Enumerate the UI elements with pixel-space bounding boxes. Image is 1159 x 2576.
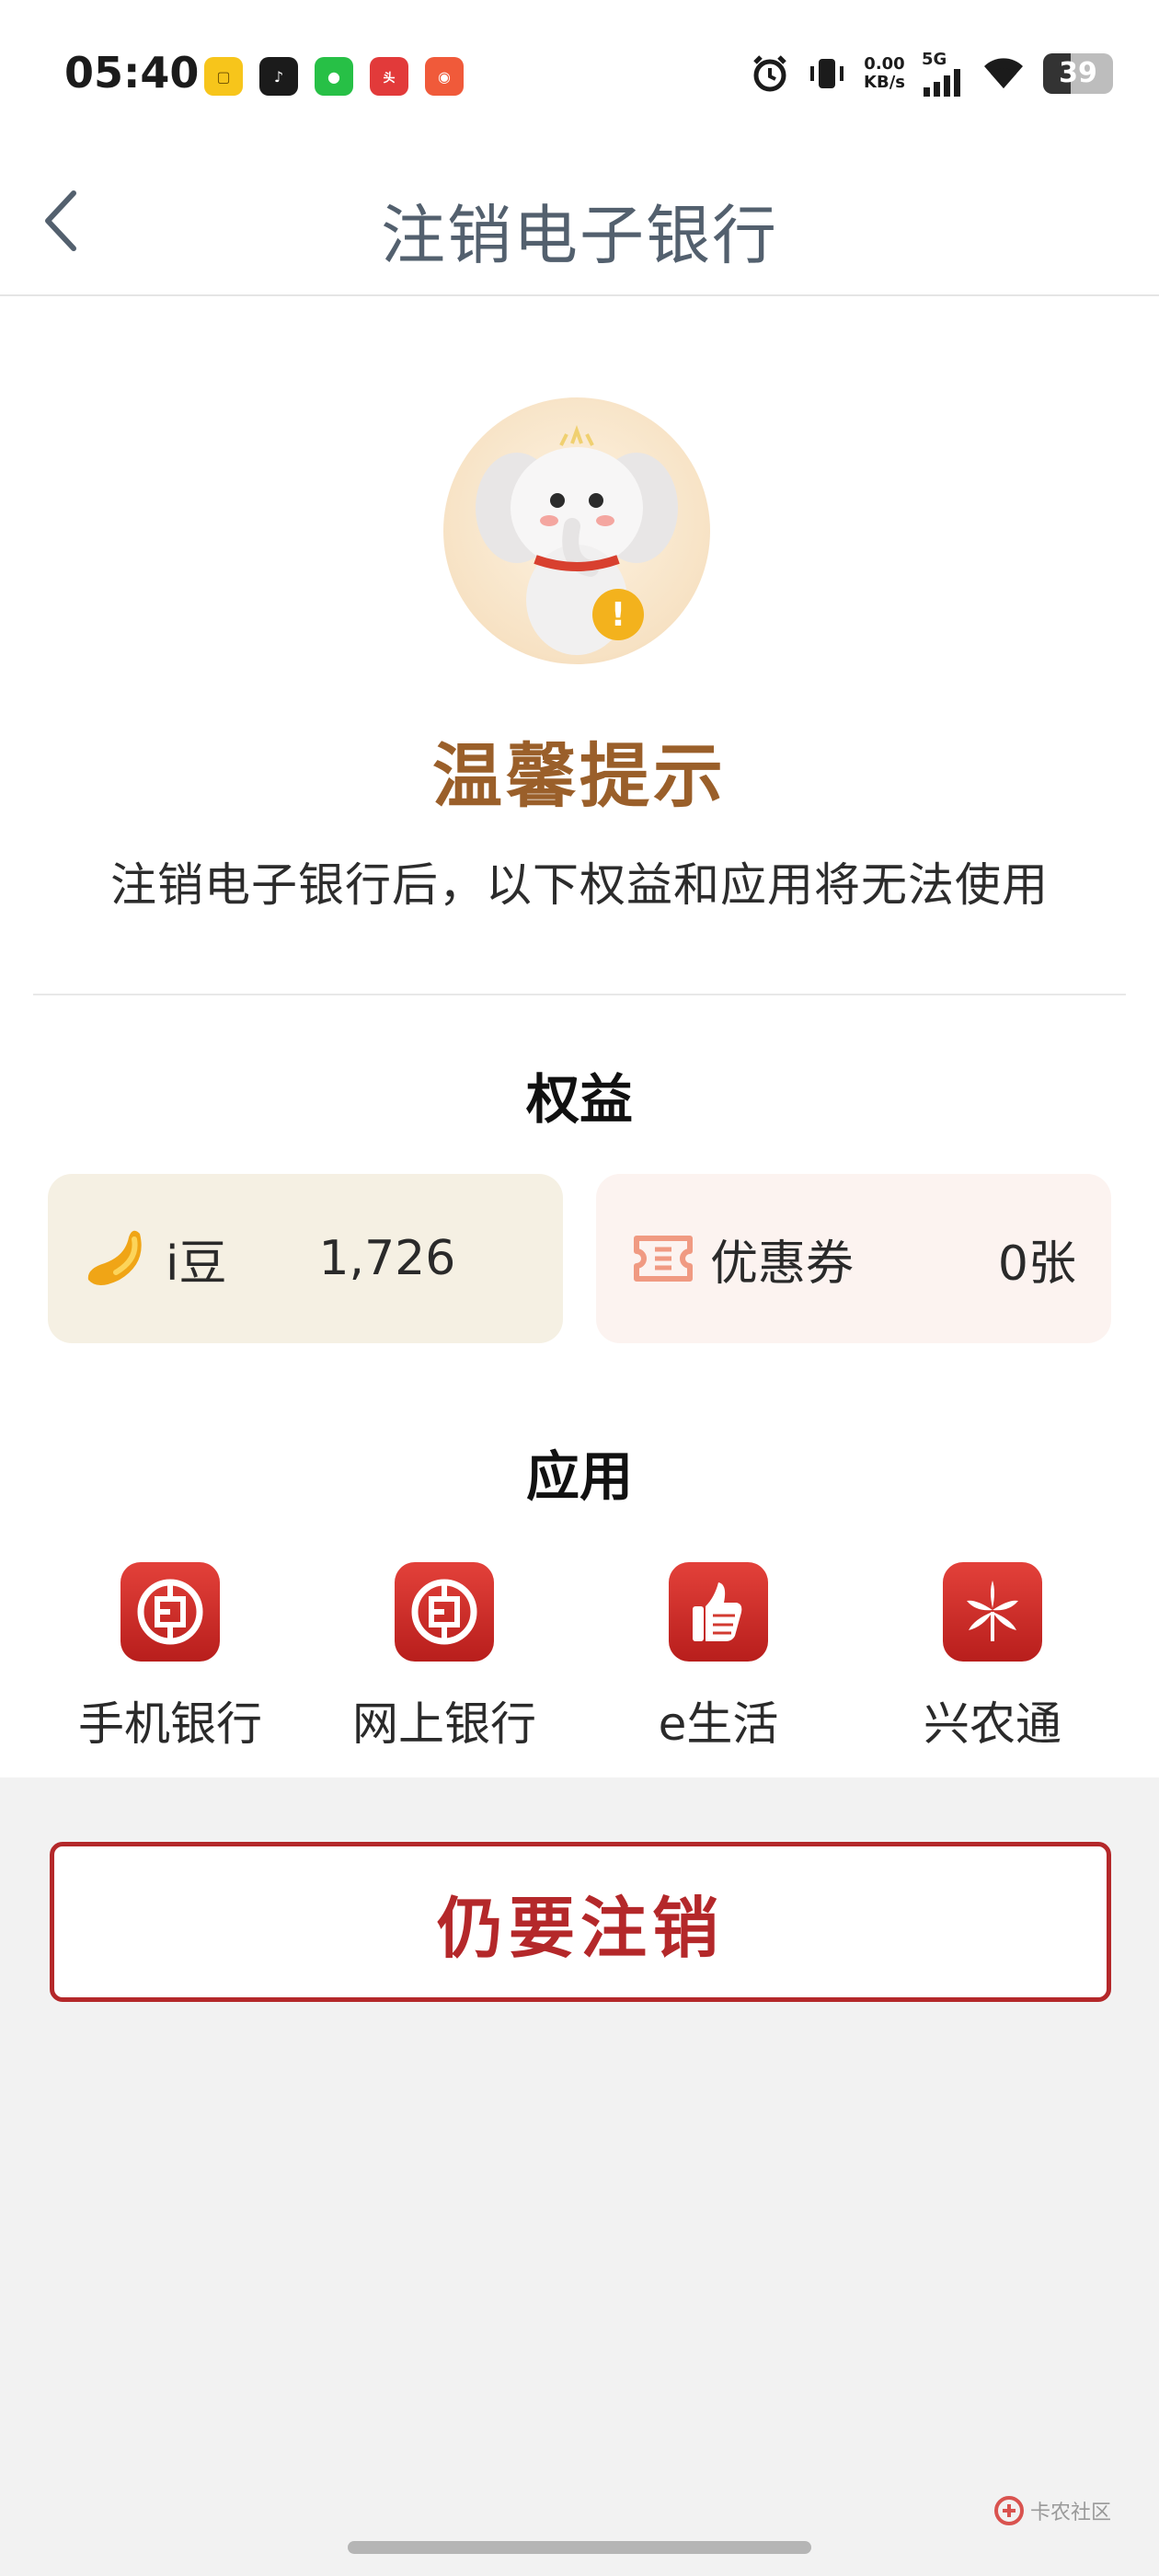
elephant-mascot-image: !	[443, 397, 710, 664]
coupon-icon	[634, 1236, 693, 1282]
apps-title-text: 应用	[525, 1445, 633, 1508]
kuaishou-app-icon: ◉	[425, 57, 464, 96]
notification-icons: ▢ ♪ ● 头 ◉	[204, 57, 464, 96]
watermark-logo-icon	[994, 2496, 1024, 2525]
confirm-cancel-button[interactable]: 仍要注销	[50, 1842, 1111, 2002]
wifi-icon	[984, 57, 1023, 88]
speed-value: 0.00	[864, 53, 905, 74]
notice-title: 温馨提示	[432, 735, 727, 817]
bean-icon	[87, 1230, 142, 1285]
home-indicator[interactable]	[348, 2541, 811, 2554]
app-label: 兴农通	[924, 1697, 1061, 1751]
elephant-illustration: !	[476, 425, 678, 655]
coupon-card: 优惠券 0张	[596, 1174, 1111, 1343]
main-content: ! 温馨提示 注销电子银行后，以下权益和应用将无法使用 权益 i豆 1,726 …	[0, 296, 1159, 1777]
page-title: 注销电子银行	[381, 198, 778, 273]
benefits-title-text: 权益	[525, 1068, 633, 1131]
battery-indicator: 39	[1043, 52, 1113, 94]
benefits-section-title: 权益	[0, 1056, 1159, 1133]
coupon-label: 优惠券	[710, 1236, 855, 1292]
flower-icon	[943, 1562, 1042, 1662]
icbc-logo-icon	[120, 1562, 220, 1662]
beans-label: i豆	[166, 1236, 227, 1292]
icbc-logo-icon	[395, 1562, 494, 1662]
svg-text:!: !	[611, 596, 625, 634]
notes-app-icon: ▢	[204, 57, 243, 96]
watermark-text: 卡农社区	[1030, 2501, 1112, 2524]
thumbs-up-icon	[669, 1562, 768, 1662]
signal-icon	[924, 69, 960, 97]
divider	[33, 994, 1126, 995]
status-time: 05:40	[64, 48, 200, 98]
watermark: 卡农社区	[993, 2495, 1111, 2526]
apps-list: 手机银行 网上银行 e生活 兴农通	[0, 1562, 1159, 1754]
app-online-banking[interactable]: 网上银行	[307, 1562, 581, 1754]
wechat-app-icon: ●	[315, 57, 353, 96]
cellular-signal: 5G	[922, 50, 964, 97]
app-xingnongtong[interactable]: 兴农通	[855, 1562, 1130, 1754]
speed-unit: KB/s	[864, 72, 905, 92]
toutiao-app-icon: 头	[370, 57, 408, 96]
coupon-value: 0张	[997, 1236, 1076, 1292]
page-header: 注销电子银行	[0, 147, 1159, 296]
status-right: 0.00 KB/s 5G 39	[750, 50, 1113, 97]
network-type: 5G	[922, 50, 947, 69]
beans-card: i豆 1,726	[48, 1174, 563, 1343]
app-label: 手机银行	[78, 1697, 262, 1751]
app-e-life[interactable]: e生活	[581, 1562, 855, 1754]
notice-description: 注销电子银行后，以下权益和应用将无法使用	[110, 858, 1049, 912]
beans-value: 1,726	[318, 1231, 456, 1286]
app-label: e生活	[658, 1697, 779, 1751]
alarm-icon	[753, 54, 786, 91]
app-mobile-banking[interactable]: 手机银行	[33, 1562, 307, 1754]
douyin-app-icon: ♪	[259, 57, 298, 96]
app-label: 网上银行	[352, 1697, 536, 1751]
network-speed: 0.00 KB/s	[864, 53, 905, 92]
battery-text: 39	[1059, 57, 1097, 89]
status-bar: 05:40 ▢ ♪ ● 头 ◉ 0.00 KB/s 5G 39	[0, 0, 1159, 147]
vibrate-icon	[810, 58, 844, 88]
apps-section-title: 应用	[0, 1433, 1159, 1511]
